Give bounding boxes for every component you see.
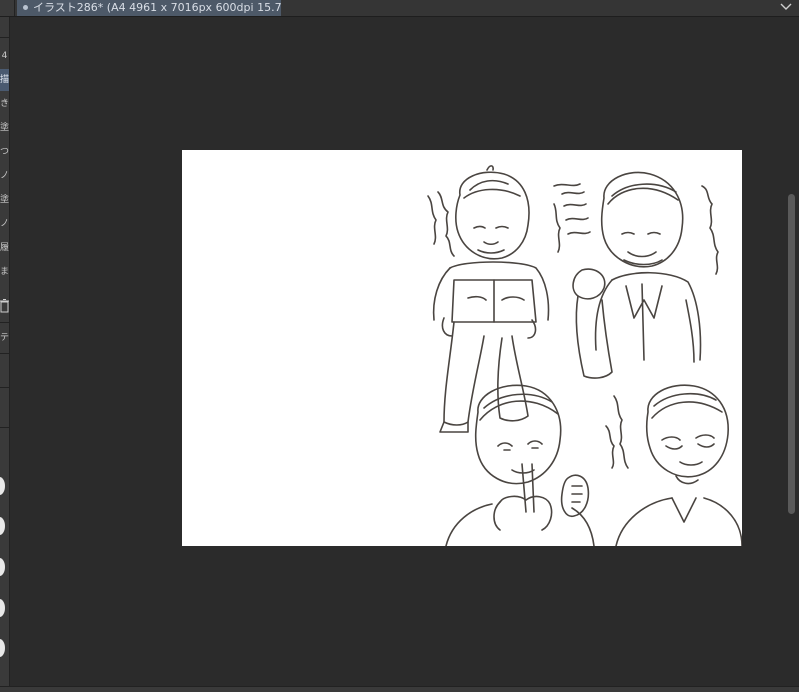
document-tab-active[interactable]: イラスト286* (A4 4961 x 7016px 600dpi 15.7%): [17, 0, 281, 16]
drawing-canvas[interactable]: [182, 150, 742, 546]
trash-icon[interactable]: [0, 298, 10, 314]
vertical-scrollbar-thumb[interactable]: [788, 194, 795, 514]
canvas-viewport[interactable]: [10, 17, 785, 687]
tool-slot-2[interactable]: 描: [0, 69, 9, 91]
left-tool-strip: 4 描 き 塗 つ ノ 塗 ノ 履 ま テ: [0, 17, 10, 692]
tool-slot-8[interactable]: ノ: [0, 213, 9, 235]
chevron-down-icon[interactable]: [779, 0, 793, 14]
sketch-artwork: [427, 165, 742, 546]
tab-bar-scroll-left[interactable]: [0, 0, 15, 16]
brush-size-preset-5[interactable]: [0, 639, 5, 657]
tool-slot-6[interactable]: ノ: [0, 165, 9, 187]
tool-slot-4[interactable]: 塗: [0, 117, 9, 139]
document-tab-bar: イラスト286* (A4 4961 x 7016px 600dpi 15.7%): [0, 0, 799, 17]
tool-slot-3[interactable]: き: [0, 93, 9, 115]
brush-size-preset-2[interactable]: [0, 517, 5, 535]
tool-slot-5[interactable]: つ: [0, 141, 9, 163]
brush-size-preset-3[interactable]: [0, 558, 5, 576]
tool-slot-1[interactable]: 4: [0, 45, 9, 67]
brush-size-preset-1[interactable]: [0, 477, 5, 495]
unsaved-dot-icon: [23, 5, 28, 10]
document-tab-title: イラスト286* (A4 4961 x 7016px 600dpi 15.7%): [33, 1, 281, 14]
panel-label: テ: [0, 333, 9, 343]
brush-size-preset-4[interactable]: [0, 599, 5, 617]
tool-slot-9[interactable]: 履: [0, 237, 9, 259]
tool-slot-7[interactable]: 塗: [0, 189, 9, 211]
bottom-status-bar: [0, 686, 799, 692]
app-window: イラスト286* (A4 4961 x 7016px 600dpi 15.7%)…: [0, 0, 799, 692]
tool-slot-10[interactable]: ま: [0, 261, 9, 283]
vertical-scrollbar[interactable]: [785, 17, 799, 687]
